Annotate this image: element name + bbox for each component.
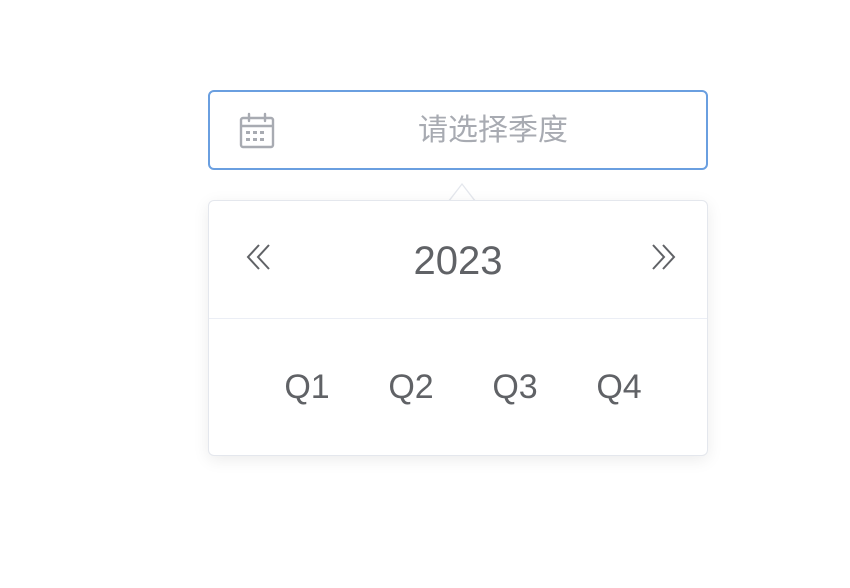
quarter-row: Q1 Q2 Q3 Q4 [255,347,671,427]
quarter-panel: 2023 Q1 Q2 Q3 Q4 [208,200,708,456]
panel-header: 2023 [209,201,707,319]
year-label[interactable]: 2023 [209,235,707,287]
quarter-q1[interactable]: Q1 [255,347,359,427]
calendar-icon [238,112,276,150]
double-chevron-right-icon [652,244,676,270]
quarter-q4[interactable]: Q4 [567,347,671,427]
quarter-picker[interactable] [208,90,708,170]
quarter-input[interactable] [300,92,686,168]
next-year-button[interactable] [641,237,681,277]
quarter-q2[interactable]: Q2 [359,347,463,427]
panel-arrow [448,183,476,202]
quarter-q3[interactable]: Q3 [463,347,567,427]
